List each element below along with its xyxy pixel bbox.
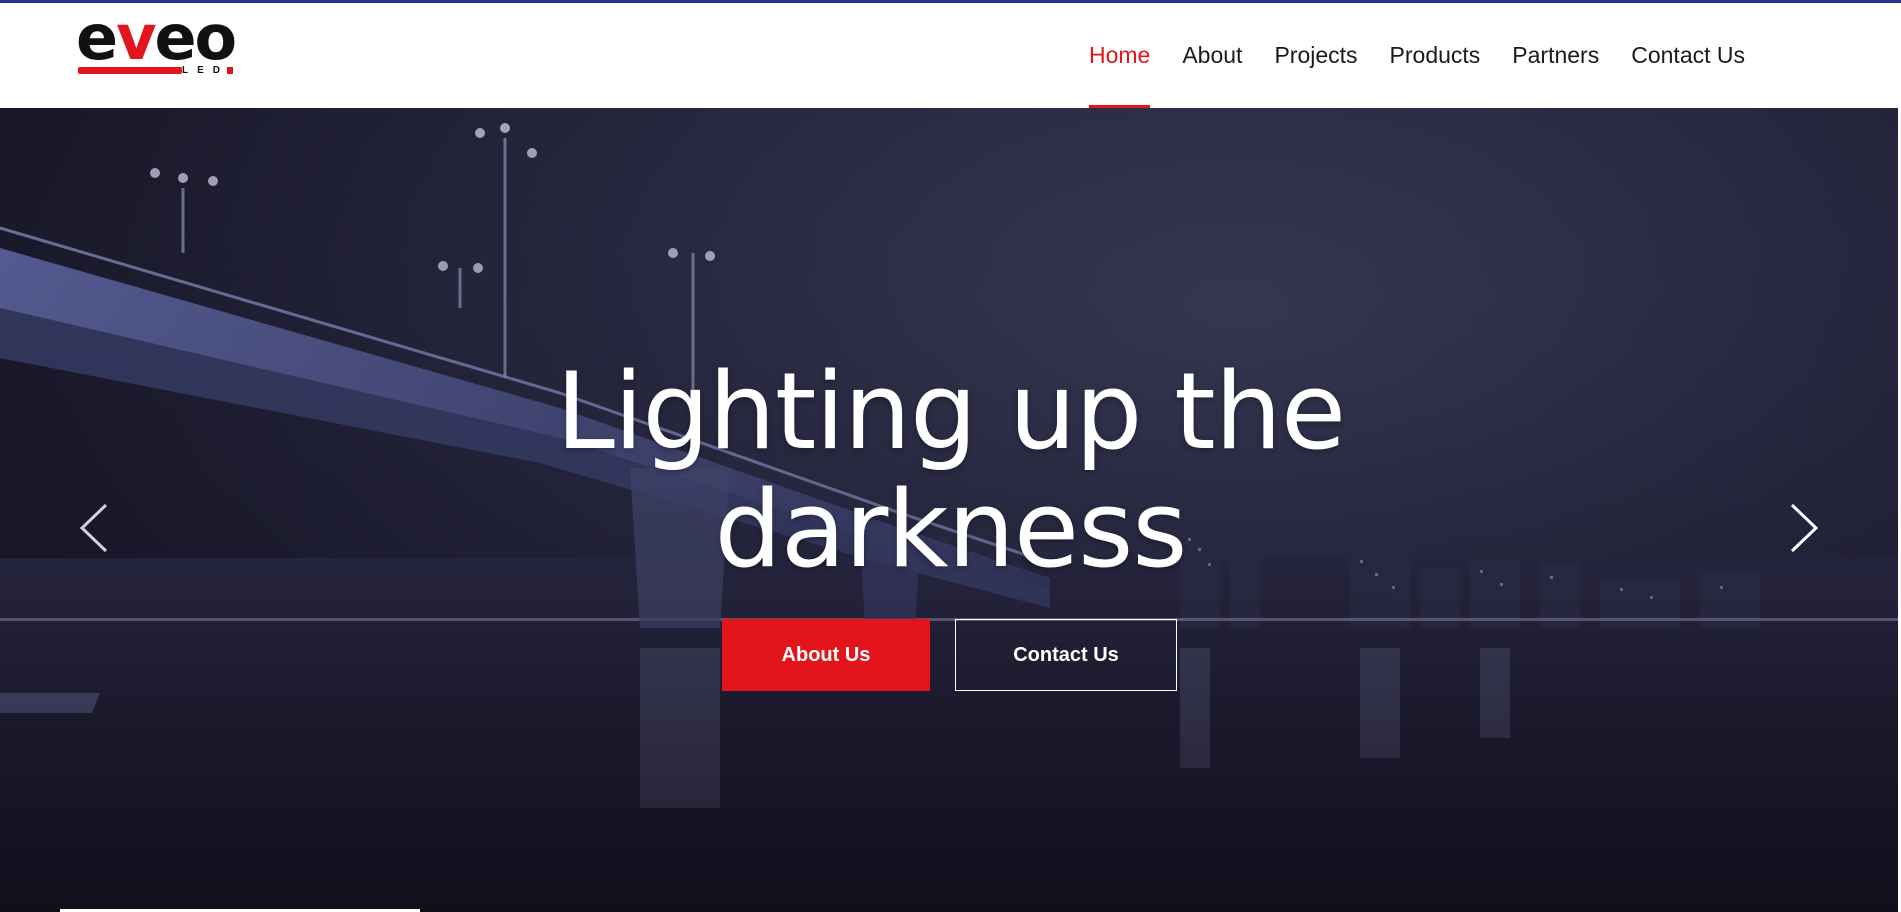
nav-item-partners[interactable]: Partners: [1512, 3, 1599, 108]
hero-slider: Lighting up the darkness About Us Contac…: [0, 108, 1901, 912]
logo-subtext: LED: [182, 65, 229, 76]
nav-item-home[interactable]: Home: [1088, 3, 1151, 108]
logo-accent-dot: [227, 67, 233, 74]
hero-headline-line1: Lighting up the: [555, 350, 1346, 473]
hero-headline: Lighting up the darkness: [0, 353, 1901, 589]
chevron-right-icon[interactable]: [1782, 493, 1822, 563]
chevron-left-icon[interactable]: [76, 493, 116, 563]
eveo-led-logo[interactable]: eveo LED: [76, 7, 237, 79]
logo-underline: [78, 67, 182, 74]
nav-item-projects[interactable]: Projects: [1274, 3, 1357, 108]
nav-item-about[interactable]: About: [1182, 3, 1242, 108]
about-us-button[interactable]: About Us: [722, 619, 930, 691]
main-nav: Home About Projects Products Partners Co…: [1057, 3, 1745, 108]
nav-item-products[interactable]: Products: [1390, 3, 1481, 108]
contact-us-button[interactable]: Contact Us: [955, 619, 1177, 691]
nav-item-contact-us[interactable]: Contact Us: [1631, 3, 1745, 108]
logo-wordmark: eveo: [76, 1, 237, 74]
hero-headline-line2: darkness: [714, 468, 1187, 591]
